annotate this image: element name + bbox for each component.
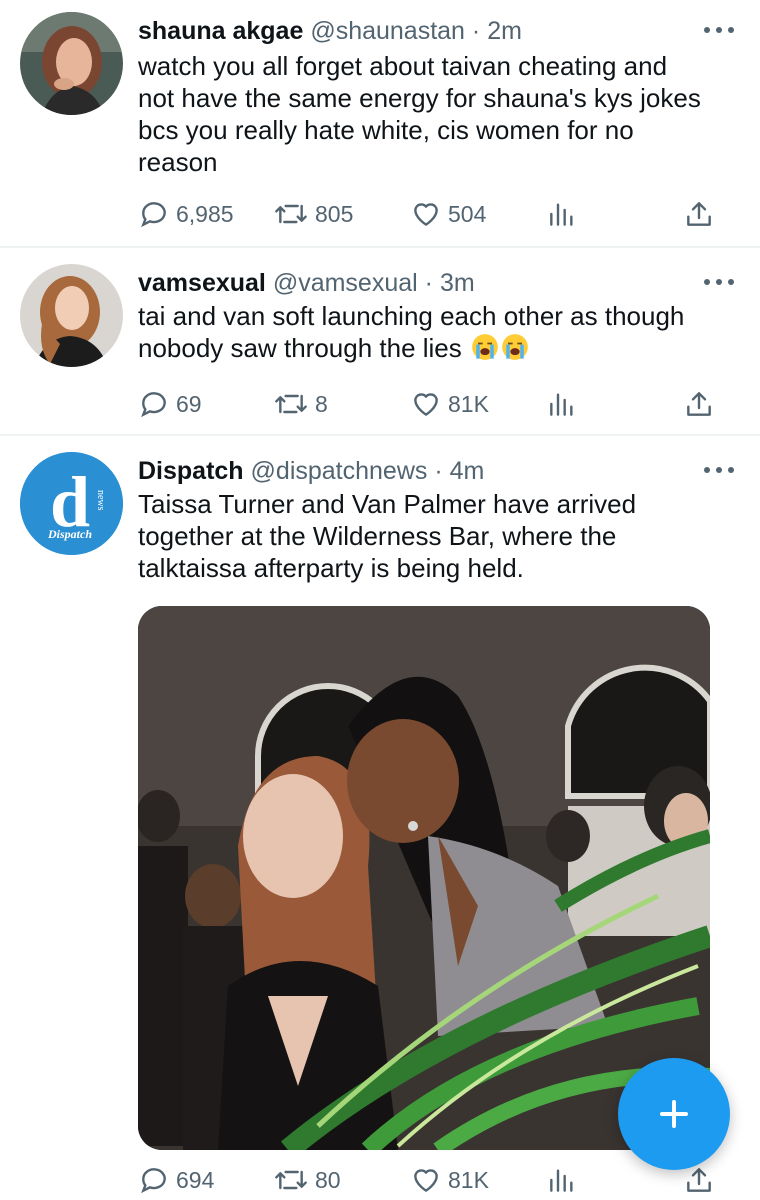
separator: · bbox=[434, 457, 450, 485]
like-button[interactable]: 81K bbox=[410, 1162, 489, 1198]
tweet-text-line: tai and van soft launching each other as… bbox=[138, 301, 685, 331]
reply-count: 694 bbox=[176, 1166, 215, 1193]
author-handle[interactable]: @dispatchnews bbox=[251, 457, 428, 485]
tweet[interactable]: vamsexual @vamsexual · 3m tai and van so… bbox=[0, 248, 760, 434]
logo-side-text: news bbox=[95, 490, 106, 511]
tweet-header: Dispatch @dispatchnews · 4m bbox=[138, 454, 690, 488]
retweet-icon bbox=[275, 1170, 307, 1190]
reply-icon bbox=[141, 1168, 166, 1194]
analytics-icon bbox=[550, 1169, 573, 1192]
tweet-actions: 694 80 81K bbox=[138, 1162, 728, 1198]
avatar[interactable]: d news Dispatch bbox=[20, 452, 123, 555]
loudly-crying-face-icon bbox=[502, 334, 528, 360]
like-button[interactable]: 81K bbox=[410, 386, 489, 422]
timestamp[interactable]: 4m bbox=[450, 457, 485, 485]
like-button[interactable]: 504 bbox=[410, 196, 486, 232]
tweet-text-line: Taissa Turner and Van Palmer have arrive… bbox=[138, 489, 637, 519]
like-count: 81K bbox=[448, 390, 489, 417]
tweet-text-line: not have the same energy for shauna's ky… bbox=[138, 83, 701, 113]
tweet-text-line: watch you all forget about taivan cheati… bbox=[138, 51, 668, 81]
retweet-icon bbox=[275, 394, 307, 414]
retweet-count: 80 bbox=[315, 1166, 341, 1193]
share-button[interactable] bbox=[683, 196, 721, 232]
author-name[interactable]: Dispatch bbox=[138, 457, 251, 485]
retweet-button[interactable]: 80 bbox=[273, 1162, 341, 1198]
dispatch-logo: d news Dispatch bbox=[20, 452, 123, 555]
tweet-text-line: together at the Wilderness Bar, where th… bbox=[138, 521, 617, 551]
tweet[interactable]: shauna akgae @shaunastan · 2m watch you … bbox=[0, 0, 760, 246]
tweet-text-fragment: nobody saw through the lies bbox=[138, 333, 462, 363]
analytics-icon bbox=[550, 203, 573, 226]
tweet-text-line: talktaissa afterparty is being held. bbox=[138, 553, 524, 583]
retweet-count: 8 bbox=[315, 390, 328, 417]
author-name[interactable]: shauna akgae bbox=[138, 17, 310, 45]
analytics-icon bbox=[550, 393, 573, 416]
share-icon bbox=[687, 392, 711, 416]
tweet-actions: 6,985 805 504 bbox=[138, 196, 728, 232]
heart-icon bbox=[414, 203, 438, 226]
share-icon bbox=[687, 202, 711, 226]
retweet-button[interactable]: 805 bbox=[273, 196, 353, 232]
retweet-count: 805 bbox=[315, 200, 354, 227]
tweet-text-line: reason bbox=[138, 147, 218, 177]
tweet-actions: 69 8 81K bbox=[138, 386, 728, 422]
avatar[interactable] bbox=[20, 264, 123, 367]
analytics-button[interactable] bbox=[546, 386, 584, 422]
reply-button[interactable]: 6,985 bbox=[138, 196, 234, 232]
reply-count: 69 bbox=[176, 390, 202, 417]
photo bbox=[138, 606, 710, 1150]
plus-icon bbox=[660, 1100, 688, 1128]
like-count: 81K bbox=[448, 1166, 489, 1193]
tweet-text-line: bcs you really hate white, cis women for… bbox=[138, 115, 634, 145]
author-handle[interactable]: @shaunastan bbox=[310, 17, 465, 45]
tweet-text: watch you all forget about taivan cheati… bbox=[138, 50, 730, 178]
loudly-crying-face-icon bbox=[472, 334, 498, 360]
share-icon bbox=[687, 1168, 711, 1192]
retweet-icon bbox=[275, 204, 307, 224]
heart-icon bbox=[414, 1169, 438, 1192]
reply-icon bbox=[141, 392, 166, 418]
reply-icon bbox=[141, 202, 166, 228]
tweet-header: shauna akgae @shaunastan · 2m bbox=[138, 14, 690, 48]
tweet-text-line: nobody saw through the lies bbox=[138, 332, 730, 364]
more-icon[interactable] bbox=[704, 20, 734, 40]
retweet-button[interactable]: 8 bbox=[273, 386, 328, 422]
logo-caption: Dispatch bbox=[47, 527, 92, 541]
analytics-button[interactable] bbox=[546, 1162, 584, 1198]
heart-icon bbox=[414, 393, 438, 416]
tweet-header: vamsexual @vamsexual · 3m bbox=[138, 266, 690, 300]
author-name[interactable]: vamsexual bbox=[138, 269, 273, 297]
separator: · bbox=[471, 17, 488, 45]
reply-button[interactable]: 694 bbox=[138, 1162, 214, 1198]
analytics-button[interactable] bbox=[546, 196, 584, 232]
reply-button[interactable]: 69 bbox=[138, 386, 202, 422]
compose-button[interactable] bbox=[618, 1058, 730, 1170]
tweet-text: Taissa Turner and Van Palmer have arrive… bbox=[138, 488, 730, 584]
more-icon[interactable] bbox=[704, 272, 734, 292]
author-handle[interactable]: @vamsexual bbox=[273, 269, 418, 297]
like-count: 504 bbox=[448, 200, 487, 227]
timestamp[interactable]: 2m bbox=[487, 17, 522, 45]
more-icon[interactable] bbox=[704, 460, 734, 480]
tweet-photo[interactable] bbox=[138, 606, 710, 1150]
separator: · bbox=[424, 269, 440, 297]
tweet-text: tai and van soft launching each other as… bbox=[138, 300, 730, 364]
share-button[interactable] bbox=[683, 386, 721, 422]
reply-count: 6,985 bbox=[176, 200, 234, 227]
avatar[interactable] bbox=[20, 12, 123, 115]
timestamp[interactable]: 3m bbox=[440, 269, 475, 297]
